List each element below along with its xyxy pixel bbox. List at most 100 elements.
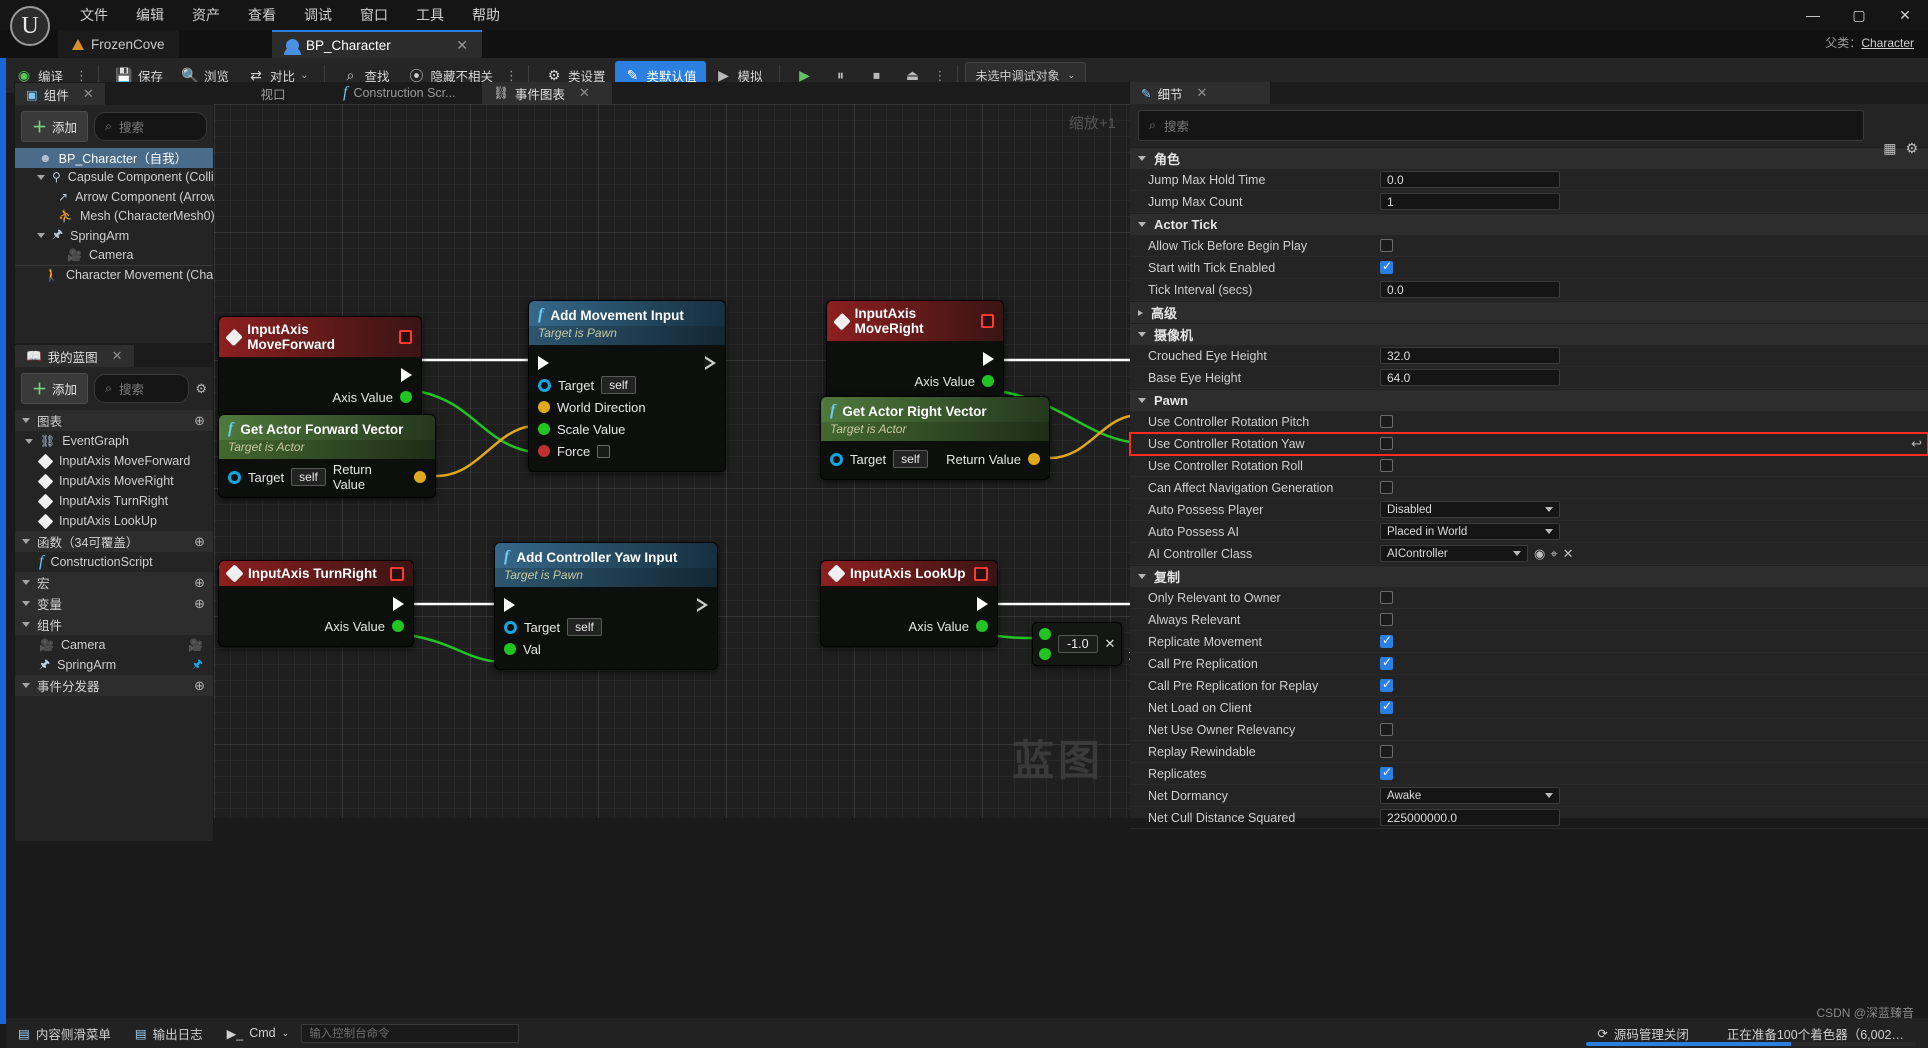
property-text-input[interactable]: 225000000.0 (1380, 809, 1560, 826)
graph-node-inputaxis-lookup[interactable]: InputAxis LookUp Axis Value (820, 560, 998, 647)
details-property-row[interactable]: Use Controller Rotation Yaw ↩ (1129, 432, 1928, 456)
tab-components[interactable]: ▣ 组件 ✕ (15, 83, 105, 105)
property-checkbox[interactable] (1380, 259, 1393, 274)
revert-icon[interactable]: ↩ (1911, 436, 1922, 452)
details-property-row[interactable]: Allow Tick Before Begin Play (1130, 235, 1928, 257)
graph-node-inputaxis-turnright[interactable]: InputAxis TurnRight Axis Value (218, 560, 414, 647)
myblueprint-list-item[interactable]: InputAxis LookUp (15, 511, 213, 531)
graph-node-get-actor-forward-vector[interactable]: f Get Actor Forward Vector Target is Actor… (218, 414, 436, 498)
add-blueprint-item-button[interactable]: ＋ 添加 (21, 373, 89, 404)
exec-pin[interactable] (538, 356, 549, 370)
menu-debug[interactable]: 调试 (290, 1, 346, 29)
menu-view[interactable]: 查看 (234, 1, 290, 29)
menu-window[interactable]: 窗口 (346, 1, 402, 29)
unreal-logo-icon[interactable]: U (10, 6, 50, 46)
myblueprint-section-header[interactable]: 事件分发器 ⊕ (15, 675, 213, 696)
close-icon[interactable]: ✕ (83, 86, 94, 102)
property-checkbox[interactable] (1380, 765, 1393, 780)
graph-node-add-movement-input[interactable]: f Add Movement Input Target is Pawn Target s… (528, 300, 726, 472)
graph-node-inputaxis-moveright[interactable]: InputAxis MoveRight Axis Value (826, 300, 1004, 402)
tab-construction-script[interactable]: f Construction Scr... (332, 82, 482, 104)
green-pin[interactable] (538, 423, 550, 435)
component-tree-item[interactable]: 🖈 SpringArm (15, 226, 213, 246)
green-pin[interactable] (504, 643, 516, 655)
myblueprint-section-header[interactable]: 宏 ⊕ (15, 572, 213, 593)
object-pin[interactable] (830, 452, 843, 466)
node-pin-checkbox[interactable] (597, 444, 611, 458)
details-property-row[interactable]: Replicate Movement (1130, 631, 1928, 653)
details-category-header[interactable]: Pawn (1130, 389, 1928, 411)
add-component-button[interactable]: ＋ 添加 (21, 111, 89, 142)
add-icon[interactable]: ⊕ (194, 534, 205, 550)
details-property-row[interactable]: Use Controller Rotation Pitch (1130, 411, 1928, 433)
myblueprint-list-item[interactable]: InputAxis MoveForward (15, 451, 213, 471)
green-pin[interactable] (392, 620, 404, 632)
details-category-header[interactable]: Actor Tick (1130, 213, 1928, 235)
myblueprint-section-header[interactable]: 变量 ⊕ (15, 593, 213, 614)
property-text-input[interactable]: 1 (1380, 193, 1560, 210)
close-icon[interactable]: ✕ (579, 85, 590, 101)
property-checkbox[interactable] (1380, 239, 1393, 252)
exec-out-pin[interactable] (696, 598, 708, 612)
node-status-icon[interactable] (974, 566, 988, 581)
parent-class-link[interactable]: Character (1861, 36, 1914, 50)
myblueprint-list-item[interactable]: ⛓ EventGraph (15, 431, 213, 451)
details-property-row[interactable]: Start with Tick Enabled (1130, 257, 1928, 279)
myblueprint-list-item[interactable]: 🎥 Camera 🎥 (15, 635, 213, 655)
node-pin-value[interactable]: self (291, 468, 326, 486)
property-checkbox[interactable] (1380, 591, 1393, 604)
yellow-pin[interactable] (1028, 453, 1040, 465)
property-checkbox[interactable] (1380, 633, 1393, 648)
myblueprint-section-header[interactable]: 函数（34可覆盖） ⊕ (15, 531, 213, 552)
details-property-row[interactable]: Net Use Owner Relevancy (1130, 719, 1928, 741)
cmd-dropdown[interactable]: ▶_ Cmd ⌄ (215, 1018, 302, 1048)
close-icon[interactable]: ✕ (1197, 85, 1208, 101)
details-category-header[interactable]: 摄像机 (1130, 323, 1928, 345)
exec-pin[interactable] (977, 597, 988, 611)
graph-node-add-controller-yaw-input[interactable]: f Add Controller Yaw Input Target is Pawn T… (494, 542, 718, 670)
menu-tools[interactable]: 工具 (402, 1, 458, 29)
console-command-input[interactable]: 输入控制台命令 (301, 1023, 520, 1043)
green-pin[interactable] (976, 620, 988, 632)
component-tree-item[interactable]: ☻ BP_Character（自我） (15, 148, 213, 168)
add-icon[interactable]: ⊕ (194, 596, 205, 612)
property-checkbox[interactable] (1380, 745, 1393, 758)
details-category-header[interactable]: 高级 (1130, 301, 1928, 323)
property-text-input[interactable]: 64.0 (1380, 369, 1560, 386)
menu-edit[interactable]: 编辑 (122, 1, 178, 29)
property-checkbox[interactable] (1380, 437, 1393, 450)
property-checkbox[interactable] (1380, 723, 1393, 736)
component-tree-item[interactable]: 🚶 Character Movement (CharMove (15, 265, 248, 285)
add-icon[interactable]: ⊕ (194, 575, 205, 591)
details-property-row[interactable]: Net Dormancy Awake (1130, 785, 1928, 807)
browse-icon[interactable]: ◉ (1534, 546, 1545, 562)
exec-pin[interactable] (504, 598, 515, 612)
object-pin[interactable] (504, 620, 517, 634)
component-tree-item[interactable]: ⛹Mesh (CharacterMesh0)在C+ (15, 207, 251, 227)
details-property-row[interactable]: Call Pre Replication (1130, 653, 1928, 675)
myblueprint-search-input[interactable]: ⌕ 搜索 (94, 374, 190, 403)
node-pin-value[interactable]: self (601, 376, 636, 394)
node-pin-value[interactable]: self (567, 618, 602, 636)
minimize-button[interactable]: — (1790, 0, 1836, 30)
output-log-button[interactable]: ▤ 输出日志 (123, 1018, 215, 1048)
chevron-down-icon[interactable] (25, 438, 33, 444)
property-checkbox[interactable] (1380, 677, 1393, 692)
graph-node-inputaxis-moveforward[interactable]: InputAxis MoveForward Axis Value (218, 316, 422, 418)
node-status-icon[interactable] (390, 566, 404, 581)
object-pin[interactable] (538, 378, 551, 392)
details-property-row[interactable]: Call Pre Replication for Replay (1130, 675, 1928, 697)
details-property-row[interactable]: Net Cull Distance Squared 225000000.0 (1130, 807, 1928, 829)
details-property-row[interactable]: Crouched Eye Height 32.0 (1130, 345, 1928, 367)
exec-pin[interactable] (393, 597, 404, 611)
details-property-row[interactable]: Only Relevant to Owner (1130, 587, 1928, 609)
property-dropdown[interactable]: Placed in World (1380, 523, 1560, 540)
yellow-pin[interactable] (414, 471, 426, 483)
tab-project[interactable]: FrozenCove (58, 30, 179, 58)
myblueprint-list-item[interactable]: InputAxis TurnRight (15, 491, 213, 511)
settings-icon[interactable]: ⚙ (195, 381, 207, 397)
close-icon[interactable]: ✕ (456, 37, 468, 54)
close-window-button[interactable]: ✕ (1882, 0, 1928, 30)
tab-event-graph[interactable]: ⛓ 事件图表 ✕ (482, 82, 612, 104)
components-search-input[interactable]: ⌕ 搜索 (94, 112, 207, 141)
